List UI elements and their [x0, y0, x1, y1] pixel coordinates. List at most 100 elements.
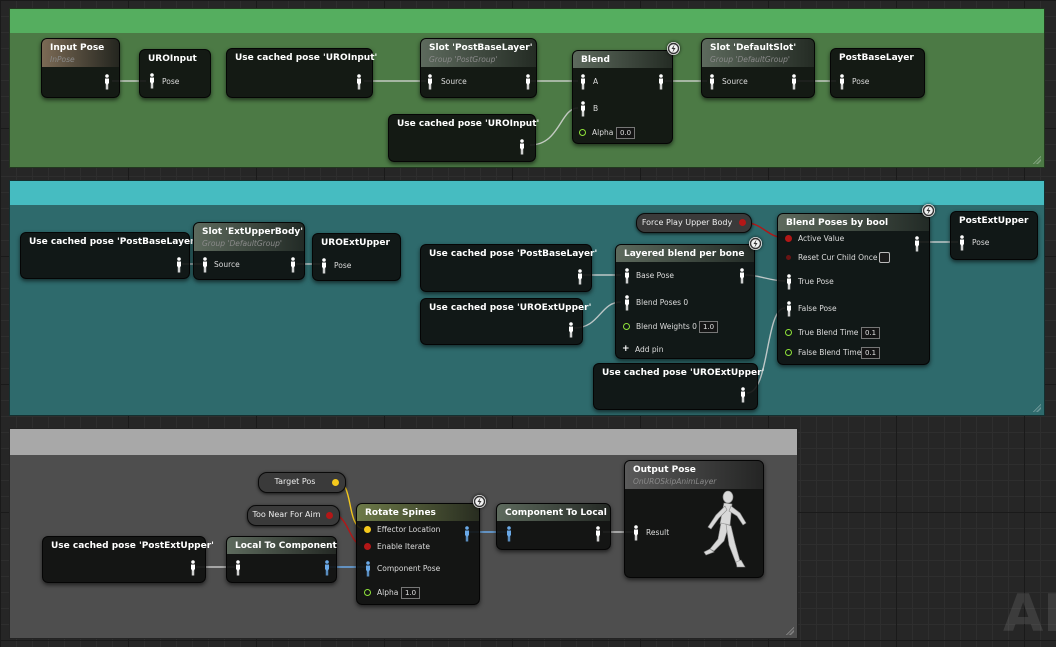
comment-header-bar[interactable] [10, 429, 797, 455]
add-pin-plus-icon[interactable]: + [622, 344, 630, 354]
float-pin-icon[interactable] [785, 329, 792, 336]
alpha-value-input[interactable]: 1.0 [401, 587, 421, 599]
bool-pin-icon[interactable] [364, 543, 371, 550]
use-cached-pose-postextupper-node[interactable]: Use cached pose 'PostExtUpper' [42, 536, 214, 583]
pose-pin-icon[interactable] [579, 74, 587, 90]
float-pin-icon[interactable] [785, 349, 792, 356]
component-to-local-node[interactable]: Component To Local [496, 503, 611, 550]
node-title: Output Pose [633, 465, 696, 475]
save-cached-pose-postbaselayer-node[interactable]: PostBaseLayer Pose [830, 48, 925, 98]
pose-pin-icon[interactable] [632, 525, 640, 541]
pin-label-false-pose: False Pose [798, 304, 837, 313]
pin-label-true-blend-time: True Blend Time [798, 328, 859, 337]
bool-pin-icon[interactable] [785, 235, 792, 242]
pose-pin-icon[interactable] [838, 74, 846, 90]
save-cached-pose-uroinput-node[interactable]: UROInput Pose [139, 49, 211, 98]
pose-pin-icon[interactable] [524, 74, 532, 90]
save-cached-pose-uroextupper-node[interactable]: UROExtUpper Pose [312, 233, 401, 281]
comment-header-bar[interactable] [10, 181, 1044, 205]
component-pose-pin-icon[interactable] [364, 561, 372, 577]
too-near-for-aim-variable[interactable]: Too Near For Aim [247, 505, 340, 526]
use-cached-pose-uroextupper-node[interactable]: Use cached pose 'UROExtUpper' [420, 298, 591, 345]
pose-pin-icon[interactable] [175, 257, 183, 273]
blend-weights-value-input[interactable]: 1.0 [699, 321, 719, 333]
reset-child-checkbox[interactable] [879, 252, 890, 263]
float-pin-icon[interactable] [579, 129, 586, 136]
pose-pin-icon[interactable] [289, 257, 297, 273]
blend-poses-by-bool-node[interactable]: Blend Poses by bool Active Value Reset C… [777, 213, 930, 365]
pin-label-effector-location: Effector Location [377, 525, 441, 534]
pose-pin-icon[interactable] [148, 73, 156, 89]
false-blend-time-input[interactable]: 0.1 [861, 347, 881, 359]
bool-pin-icon[interactable] [326, 512, 333, 519]
comment-header-bar[interactable] [10, 9, 1044, 33]
input-pose-node[interactable]: Input Pose InPose [41, 38, 120, 98]
pose-pin-icon[interactable] [576, 269, 584, 285]
pose-pin-icon[interactable] [785, 301, 793, 317]
force-play-upper-body-variable[interactable]: Force Play Upper Body [636, 213, 752, 233]
output-pose-node[interactable]: Output Pose OnUROSkipAnimLayer Result [624, 460, 764, 578]
pose-pin-icon[interactable] [738, 268, 746, 284]
blend-node[interactable]: Blend A B Alpha 0.0 [572, 50, 673, 144]
pose-pin-icon[interactable] [518, 139, 526, 155]
pose-pin-icon[interactable] [189, 560, 197, 576]
pose-pin-icon[interactable] [785, 274, 793, 290]
pose-pin-icon[interactable] [657, 74, 665, 90]
true-blend-time-input[interactable]: 0.1 [861, 327, 881, 339]
pin-label-alpha: Alpha [377, 588, 399, 597]
use-cached-pose-postbaselayer-node[interactable]: Use cached pose 'PostBaseLayer' [20, 232, 197, 279]
slot-postbaselayer-node[interactable]: Slot 'PostBaseLayer' Group 'PostGroup' S… [420, 38, 537, 98]
pose-pin-icon[interactable] [623, 268, 631, 284]
slot-extupperbody-node[interactable]: Slot 'ExtUpperBody' Group 'DefaultGroup'… [193, 222, 305, 280]
pose-pin-icon[interactable] [201, 257, 209, 273]
save-cached-pose-postextupper-node[interactable]: PostExtUpper Pose [950, 211, 1038, 260]
pin-label-pose: Pose [852, 77, 870, 86]
pose-pin-icon[interactable] [320, 258, 328, 274]
pose-pin-icon[interactable] [426, 74, 434, 90]
pose-pin-icon[interactable] [708, 74, 716, 90]
bool-pin-icon[interactable] [739, 219, 746, 226]
pose-pin-icon[interactable] [579, 101, 587, 117]
pose-pin-icon[interactable] [739, 387, 747, 403]
pin-label-enable-iterate: Enable Iterate [377, 542, 430, 551]
slot-defaultslot-node[interactable]: Slot 'DefaultSlot' Group 'DefaultGroup' … [701, 38, 815, 98]
node-title: PostBaseLayer [839, 53, 914, 63]
resize-grip-icon[interactable] [786, 627, 794, 635]
pose-pin-icon[interactable] [567, 322, 575, 338]
resize-grip-icon[interactable] [1033, 404, 1041, 412]
component-pose-pin-icon[interactable] [505, 526, 513, 542]
pose-pin-icon[interactable] [355, 74, 363, 90]
add-pin-button[interactable]: Add pin [635, 345, 664, 355]
node-subtitle: Group 'PostGroup' [429, 55, 498, 64]
pose-pin-icon[interactable] [790, 74, 798, 90]
component-pose-pin-icon[interactable] [463, 526, 471, 542]
pose-pin-icon[interactable] [103, 74, 111, 90]
pose-pin-icon[interactable] [623, 295, 631, 311]
node-title: Use cached pose 'UROExtUpper' [602, 368, 765, 378]
use-cached-pose-uroinput-node[interactable]: Use cached pose 'UROInput' [226, 48, 378, 98]
use-cached-pose-postbaselayer-2-node[interactable]: Use cached pose 'PostBaseLayer' [420, 244, 597, 292]
float-pin-icon[interactable] [364, 589, 371, 596]
use-cached-pose-uroextupper-2-node[interactable]: Use cached pose 'UROExtUpper' [593, 363, 765, 410]
pose-pin-icon[interactable] [958, 235, 966, 251]
node-title: PostExtUpper [959, 216, 1029, 226]
component-pose-pin-icon[interactable] [323, 560, 331, 576]
node-title: Rotate Spines [365, 508, 436, 518]
pose-pin-icon[interactable] [594, 526, 602, 542]
bool-pin-icon[interactable] [786, 255, 791, 260]
pin-label-blend-poses: Blend Poses 0 [636, 298, 689, 307]
pin-label-source: Source [441, 77, 467, 86]
pose-pin-icon[interactable] [234, 560, 242, 576]
vector-pin-icon[interactable] [364, 526, 371, 533]
pose-pin-icon[interactable] [913, 236, 921, 252]
target-pos-variable[interactable]: Target Pos [258, 472, 346, 493]
use-cached-pose-uroinput-2-node[interactable]: Use cached pose 'UROInput' [388, 114, 539, 162]
resize-grip-icon[interactable] [1033, 156, 1041, 164]
float-pin-icon[interactable] [623, 323, 630, 330]
layered-blend-per-bone-node[interactable]: Layered blend per bone Base Pose Blend P… [615, 244, 755, 359]
vector-pin-icon[interactable] [332, 479, 339, 486]
alpha-value-input[interactable]: 0.0 [616, 127, 636, 139]
node-title: Use cached pose 'UROInput' [235, 53, 378, 63]
rotate-spines-node[interactable]: Rotate Spines Effector Location Enable I… [356, 503, 480, 605]
local-to-component-node[interactable]: Local To Component [226, 536, 337, 583]
